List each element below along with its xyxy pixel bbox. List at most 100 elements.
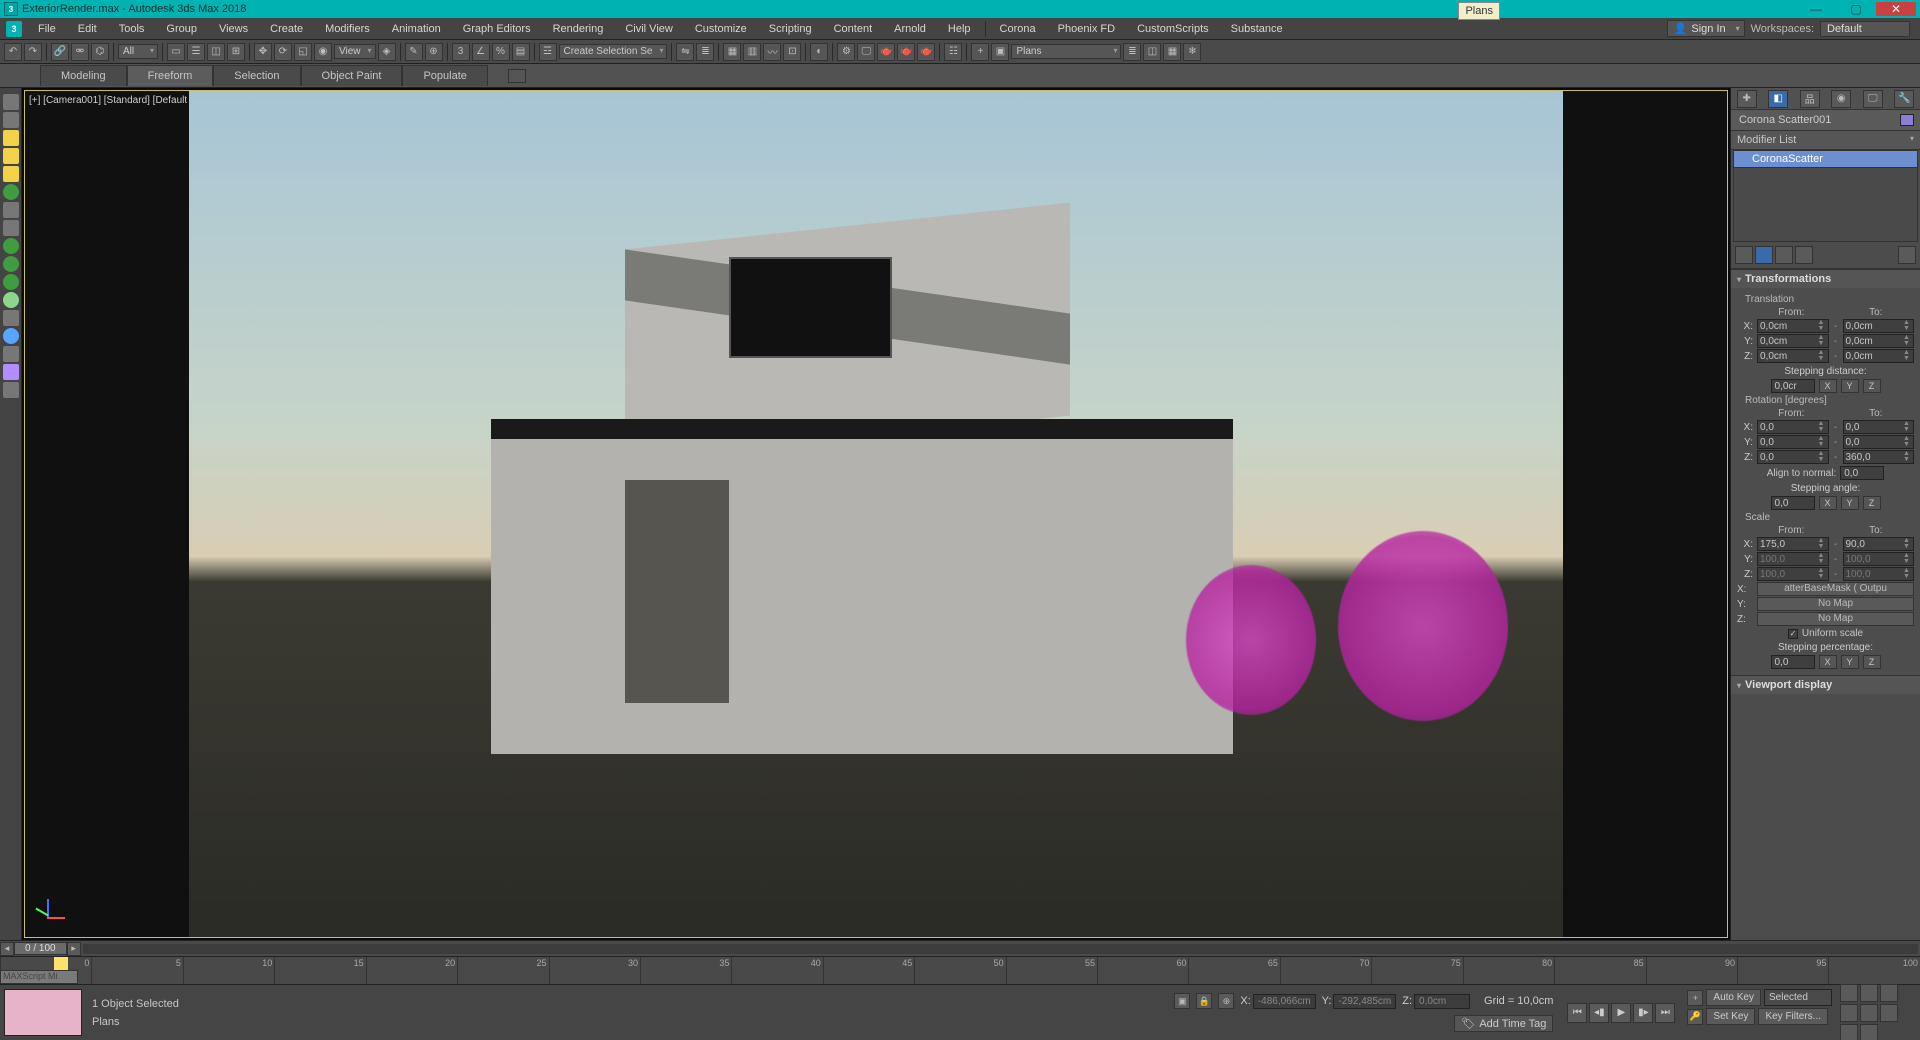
lt-box-icon[interactable] <box>3 202 19 218</box>
unlink-button[interactable]: ⚮ <box>71 43 89 61</box>
motion-tab-icon[interactable]: ◉ <box>1831 90 1851 108</box>
rotate-button[interactable]: ⟳ <box>274 43 292 61</box>
sx-from[interactable]: 175,0▲▼ <box>1757 537 1829 551</box>
coord-y[interactable]: -292,485cm <box>1333 994 1396 1009</box>
set-key-button[interactable]: Set Key <box>1706 1008 1755 1025</box>
step-dist-y[interactable]: Y <box>1841 379 1859 393</box>
coord-x[interactable]: -486,066cm <box>1253 994 1316 1009</box>
rx-from[interactable]: 0,0▲▼ <box>1757 420 1829 434</box>
layer-new-button[interactable]: + <box>971 43 989 61</box>
ry-to[interactable]: 0,0▲▼ <box>1843 435 1915 449</box>
make-unique-icon[interactable] <box>1775 246 1793 264</box>
pin-stack-icon[interactable] <box>1735 246 1753 264</box>
minimize-button[interactable]: — <box>1796 2 1836 16</box>
menu-tools[interactable]: Tools <box>109 21 155 37</box>
time-handle[interactable]: 0 / 100 <box>14 942 67 955</box>
menu-content[interactable]: Content <box>824 21 883 37</box>
render-setup-button[interactable]: ⚙ <box>837 43 855 61</box>
scale-map-x[interactable]: atterBaseMask ( Outpu <box>1757 582 1914 596</box>
tab-modeling[interactable]: Modeling <box>40 65 127 86</box>
menu-views[interactable]: Views <box>209 21 258 37</box>
lt-bush-icon[interactable] <box>3 274 19 290</box>
step-ang-x[interactable]: X <box>1819 496 1837 510</box>
tab-object-paint[interactable]: Object Paint <box>301 65 403 86</box>
menu-scripting[interactable]: Scripting <box>759 21 822 37</box>
zoom-button[interactable] <box>1860 984 1878 1002</box>
zoom-all-button[interactable] <box>1880 984 1898 1002</box>
material-editor-button[interactable]: ◐ <box>810 43 828 61</box>
maximize-button[interactable]: ▢ <box>1836 2 1876 16</box>
rz-to[interactable]: 360,0▲▼ <box>1843 450 1915 464</box>
orbit-button[interactable] <box>1880 1004 1898 1022</box>
menu-create[interactable]: Create <box>260 21 313 37</box>
spinner-snap-button[interactable]: ▤ <box>512 43 530 61</box>
maximize-viewport-button[interactable] <box>1860 1024 1878 1040</box>
select-region-button[interactable]: ◫ <box>207 43 225 61</box>
lt-light1-icon[interactable] <box>3 130 19 146</box>
scale-button[interactable]: ◱ <box>294 43 312 61</box>
window-crossing-button[interactable]: ⊞ <box>227 43 245 61</box>
sy-to[interactable]: 100,0▲▼ <box>1843 552 1915 566</box>
uniform-scale-checkbox[interactable]: ✓Uniform scale <box>1788 628 1863 639</box>
align-button[interactable]: ≣ <box>696 43 714 61</box>
configure-sets-icon[interactable] <box>1898 246 1916 264</box>
zoom-extents-button[interactable] <box>1860 1004 1878 1022</box>
sz-from[interactable]: 100,0▲▼ <box>1757 567 1829 581</box>
sign-in-dropdown[interactable]: 👤 Sign In <box>1667 20 1745 37</box>
key-mode-icon[interactable]: 🔑 <box>1687 1009 1703 1025</box>
layer-prop-button[interactable]: ◫ <box>1143 43 1161 61</box>
step-dist-spinner[interactable]: 0,0cr <box>1771 379 1815 393</box>
mirror-button[interactable]: ⇋ <box>676 43 694 61</box>
time-prev-button[interactable]: ◂ <box>0 942 14 956</box>
percent-snap-button[interactable]: % <box>492 43 510 61</box>
select-by-name-button[interactable]: ☰ <box>187 43 205 61</box>
menu-arnold[interactable]: Arnold <box>884 21 936 37</box>
rz-from[interactable]: 0,0▲▼ <box>1757 450 1829 464</box>
status-color-swatch[interactable] <box>4 989 82 1036</box>
selection-filter-dropdown[interactable]: All <box>118 44 158 59</box>
next-frame-button[interactable]: ▮▸ <box>1633 1003 1653 1023</box>
layer-freeze-button[interactable]: ❄ <box>1183 43 1201 61</box>
ty-to[interactable]: 0,0cm▲▼ <box>1843 334 1915 348</box>
ry-from[interactable]: 0,0▲▼ <box>1757 435 1829 449</box>
bind-button[interactable]: ⌬ <box>91 43 109 61</box>
menu-file[interactable]: File <box>28 21 66 37</box>
goto-end-button[interactable]: ⏭ <box>1655 1003 1675 1023</box>
hierarchy-tab-icon[interactable]: 品 <box>1800 90 1820 108</box>
angle-snap-button[interactable]: ∠ <box>472 43 490 61</box>
layer-manager-button[interactable]: ≣ <box>1123 43 1141 61</box>
layer-explorer-button[interactable]: ▦ <box>723 43 741 61</box>
step-dist-x[interactable]: X <box>1819 379 1837 393</box>
redo-button[interactable]: ↷ <box>24 43 42 61</box>
menu-animation[interactable]: Animation <box>382 21 451 37</box>
step-pct-z[interactable]: Z <box>1863 655 1881 669</box>
keymode-button[interactable]: ⊕ <box>425 43 443 61</box>
align-spinner[interactable]: 0,0 <box>1840 466 1884 480</box>
prev-frame-button[interactable]: ◂▮ <box>1589 1003 1609 1023</box>
menu-graph-editors[interactable]: Graph Editors <box>453 21 541 37</box>
named-sel-dropdown[interactable]: Create Selection Se <box>559 44 668 59</box>
time-ruler[interactable]: 0510152025303540455055606570758085909510… <box>0 956 1920 984</box>
tx-to[interactable]: 0,0cm▲▼ <box>1843 319 1915 333</box>
time-slider[interactable]: ◂ 0 / 100 ▸ <box>0 940 1920 956</box>
lt-light2-icon[interactable] <box>3 148 19 164</box>
scale-map-y[interactable]: No Map <box>1757 597 1914 611</box>
lt-fx-icon[interactable] <box>3 364 19 380</box>
add-time-tag-button[interactable]: 🏷Add Time Tag <box>1454 1015 1553 1032</box>
dolly-button[interactable] <box>1840 1024 1858 1040</box>
create-tab-icon[interactable]: ✚ <box>1737 90 1757 108</box>
step-pct-y[interactable]: Y <box>1841 655 1859 669</box>
tx-from[interactable]: 0,0cm▲▼ <box>1757 319 1829 333</box>
rollout-viewport-display-header[interactable]: Viewport display <box>1731 676 1920 694</box>
coord-display-icon[interactable]: ⊕ <box>1218 993 1234 1009</box>
menu-civil-view[interactable]: Civil View <box>615 21 682 37</box>
edit-named-sel-button[interactable]: ☲ <box>539 43 557 61</box>
lt-sphere-icon[interactable] <box>3 220 19 236</box>
step-ang-z[interactable]: Z <box>1863 496 1881 510</box>
workspaces-dropdown[interactable]: Default <box>1820 21 1910 37</box>
modify-tab-icon[interactable]: ◧ <box>1768 90 1788 108</box>
layer-add-button[interactable]: ▣ <box>991 43 1009 61</box>
undo-button[interactable]: ↶ <box>4 43 22 61</box>
step-angle-spinner[interactable]: 0,0 <box>1771 496 1815 510</box>
lt-light3-icon[interactable] <box>3 166 19 182</box>
